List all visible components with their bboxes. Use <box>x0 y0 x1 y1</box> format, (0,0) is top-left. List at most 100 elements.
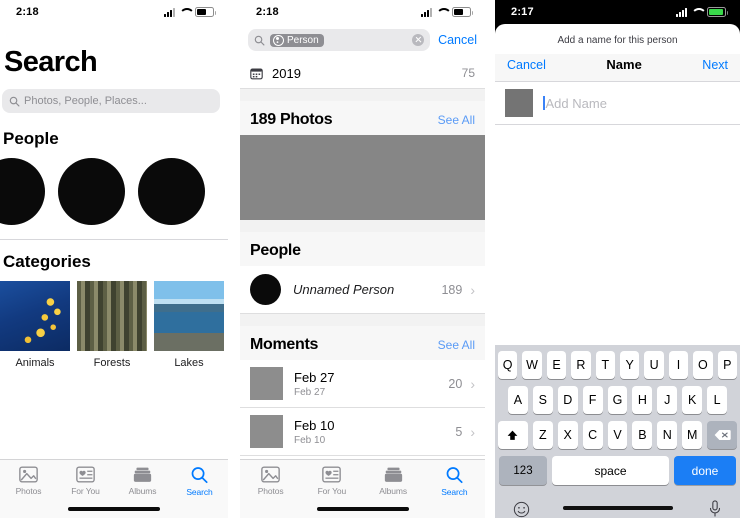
microphone-icon[interactable] <box>708 500 722 518</box>
key-t[interactable]: T <box>595 351 615 379</box>
photos-section-title: 189 Photos <box>250 111 333 128</box>
tab-photos[interactable]: Photos <box>0 466 57 496</box>
key-j[interactable]: J <box>657 386 678 414</box>
key-b[interactable]: B <box>632 421 653 449</box>
status-time: 2:17 <box>511 6 534 18</box>
category-label: Forests <box>93 357 131 369</box>
key-h[interactable]: H <box>632 386 653 414</box>
tab-albums[interactable]: Albums <box>114 466 171 496</box>
key-n[interactable]: N <box>657 421 678 449</box>
key-e[interactable]: E <box>546 351 567 379</box>
key-s[interactable]: S <box>532 386 553 414</box>
photos-section-header: 189 Photos See All <box>240 101 485 135</box>
person-row[interactable]: Unnamed Person 189 › <box>240 266 485 314</box>
see-all-moments-button[interactable]: See All <box>438 338 475 352</box>
keyboard-row-3: Z X C V B N M <box>495 421 740 449</box>
key-f[interactable]: F <box>582 386 603 414</box>
chevron-right-icon: › <box>470 423 475 440</box>
key-y[interactable]: Y <box>620 351 640 379</box>
key-l[interactable]: L <box>707 386 728 414</box>
next-button[interactable]: Next <box>702 58 728 72</box>
status-icons <box>421 7 473 17</box>
cancel-button[interactable]: Cancel <box>507 58 546 72</box>
home-indicator <box>68 507 160 511</box>
category-item-forests[interactable]: Forests <box>77 281 147 369</box>
moment-subtitle: Feb 10 <box>294 434 326 446</box>
moment-thumbnail <box>250 415 283 448</box>
tab-label: Photos <box>15 486 42 496</box>
category-item-lakes[interactable]: Lakes <box>154 281 224 369</box>
numbers-key[interactable]: 123 <box>499 456 547 485</box>
on-screen-keyboard: Q W E R T Y U I O P A S D F G H J K L Z … <box>495 345 740 518</box>
key-o[interactable]: O <box>693 351 713 379</box>
key-c[interactable]: C <box>582 421 603 449</box>
section-divider <box>0 239 228 240</box>
section-gap <box>240 314 485 326</box>
page-title: Search <box>4 46 98 78</box>
search-icon <box>9 96 20 107</box>
wifi-icon <box>179 8 191 17</box>
battery-icon <box>452 7 473 17</box>
key-w[interactable]: W <box>522 351 542 379</box>
shift-icon[interactable] <box>497 421 528 449</box>
key-q[interactable]: Q <box>497 351 518 379</box>
key-a[interactable]: A <box>508 386 528 414</box>
tab-for-you[interactable]: For You <box>57 466 114 496</box>
section-gap <box>240 220 485 232</box>
name-input-placeholder: Add Name <box>545 95 607 111</box>
tab-label: Albums <box>128 486 157 496</box>
key-v[interactable]: V <box>607 421 628 449</box>
search-input[interactable]: Photos, People, Places... <box>2 89 220 113</box>
person-avatar[interactable] <box>138 158 205 225</box>
backspace-icon[interactable] <box>707 421 738 449</box>
moment-count: 20 <box>448 376 463 391</box>
sheet-navbar: Cancel Name Next <box>495 54 740 82</box>
moment-row[interactable]: Feb 27 Feb 27 20 › <box>240 360 485 408</box>
cancel-button[interactable]: Cancel <box>438 33 477 47</box>
key-i[interactable]: I <box>668 351 689 379</box>
person-avatar[interactable] <box>58 158 125 225</box>
tab-search[interactable]: Search <box>171 466 228 497</box>
tab-for-you[interactable]: For You <box>301 466 362 496</box>
panel-search-home: 2:18 Search Photos, People, Places... Pe… <box>0 0 228 518</box>
key-x[interactable]: X <box>557 421 578 449</box>
keyboard-row-1: Q W E R T Y U I O P <box>495 351 740 379</box>
result-row-year[interactable]: 2019 75 <box>240 58 485 89</box>
name-input-row[interactable]: Add Name <box>495 82 740 125</box>
moments-section-header: Moments See All <box>240 326 485 360</box>
key-u[interactable]: U <box>644 351 664 379</box>
photos-icon <box>261 466 280 483</box>
tab-search[interactable]: Search <box>424 466 485 497</box>
person-avatar[interactable] <box>0 158 45 225</box>
person-thumbnail <box>505 89 533 117</box>
emoji-icon[interactable] <box>513 501 530 518</box>
tab-albums[interactable]: Albums <box>363 466 424 496</box>
categories-row: Animals Forests Lakes <box>0 281 228 369</box>
key-g[interactable]: G <box>607 386 628 414</box>
key-d[interactable]: D <box>557 386 578 414</box>
status-bar: 2:18 <box>240 0 485 24</box>
photo-preview[interactable] <box>240 135 485 220</box>
tab-label: For You <box>71 486 100 496</box>
key-z[interactable]: Z <box>532 421 553 449</box>
key-r[interactable]: R <box>571 351 591 379</box>
status-time: 2:18 <box>16 6 39 18</box>
moment-row[interactable]: Feb 10 Feb 10 5 › <box>240 408 485 456</box>
moments-section-title: Moments <box>250 336 319 353</box>
key-p[interactable]: P <box>717 351 738 379</box>
tab-label: Albums <box>379 486 407 496</box>
done-key[interactable]: done <box>674 456 736 485</box>
clear-icon[interactable] <box>412 34 425 46</box>
key-k[interactable]: K <box>682 386 703 414</box>
tab-photos[interactable]: Photos <box>240 466 301 496</box>
see-all-photos-button[interactable]: See All <box>438 113 475 127</box>
space-key[interactable]: space <box>552 456 669 485</box>
category-label: Animals <box>15 357 55 369</box>
person-photo-count: 189 <box>441 282 463 297</box>
moment-text: Feb 10 Feb 10 <box>294 418 334 446</box>
search-icon <box>190 466 209 484</box>
key-m[interactable]: M <box>682 421 703 449</box>
search-input[interactable]: Person <box>248 29 431 51</box>
category-item-animals[interactable]: Animals <box>0 281 70 369</box>
search-token-person[interactable]: Person <box>270 33 324 47</box>
